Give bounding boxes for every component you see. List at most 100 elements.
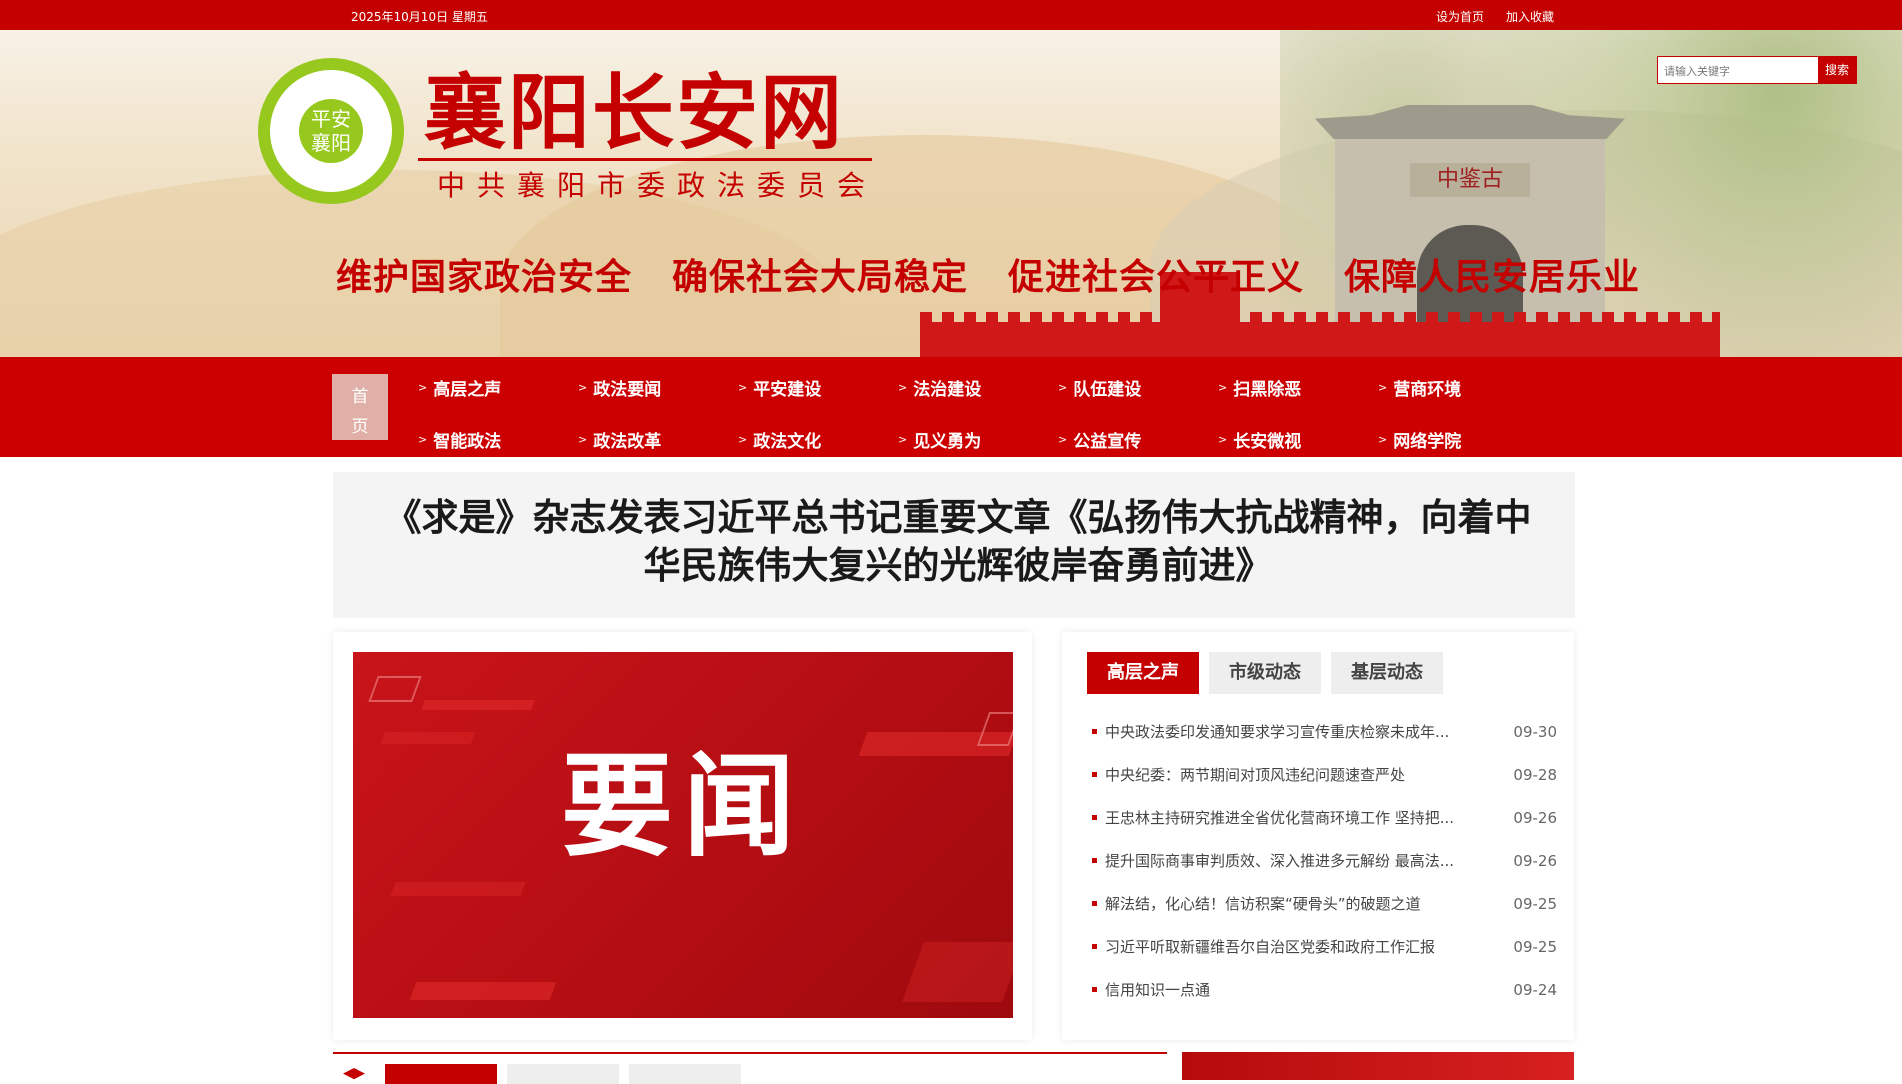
nav-item-gongyixuanchuan[interactable]: > 公益宣传	[1058, 424, 1218, 454]
site-subtitle: 中共襄阳市委政法委员会	[437, 169, 878, 202]
decorative-stripe	[390, 882, 526, 896]
title-divider	[418, 158, 872, 161]
logo-inner-ring: 平安 襄阳	[270, 70, 392, 192]
section-tab-active[interactable]	[385, 1064, 497, 1084]
wall-crenels	[920, 312, 1720, 322]
search-button[interactable]: 搜索	[1818, 57, 1856, 83]
tab-shijidongtai[interactable]: 市级动态	[1209, 652, 1321, 694]
nav-item-label: 智能政法	[433, 431, 502, 452]
slogans: 维护国家政治安全 确保社会大局稳定 促进社会公平正义 保障人民安居乐业	[336, 248, 1640, 300]
nav-item-wangluoxueyuan[interactable]: > 网络学院	[1378, 424, 1538, 454]
gate-plaque: 中鉴古	[1410, 163, 1530, 197]
logo-text-line2: 襄阳	[311, 131, 351, 155]
tab-jicengdongtai[interactable]: 基层动态	[1331, 652, 1443, 694]
nav-item-duiwujianshe[interactable]: > 队伍建设	[1058, 372, 1218, 402]
logo-emblem: 平安 襄阳	[299, 99, 363, 163]
decorative-stripe	[902, 942, 1013, 1002]
nav-item-zhengfagaige[interactable]: > 政法改革	[578, 424, 738, 454]
news-tabs: 高层之声 市级动态 基层动态	[1087, 652, 1443, 694]
decorative-stripe	[368, 676, 422, 702]
chevron-right-icon: >	[578, 432, 588, 446]
nav-item-label: 政法要闻	[593, 379, 662, 400]
chevron-right-icon: >	[1218, 432, 1228, 446]
nav-home[interactable]: 首页	[332, 374, 388, 440]
chevron-right-icon: >	[1058, 380, 1068, 394]
nav-item-pinganjianshe[interactable]: > 平安建设	[738, 372, 898, 402]
bullet-icon	[1092, 944, 1097, 949]
nav-item-gaocengzhisheng[interactable]: > 高层之声	[418, 372, 578, 402]
list-item[interactable]: 中央政法委印发通知要求学习宣传重庆检察未成年... 09-30	[1092, 710, 1557, 753]
great-wall-decoration	[920, 272, 1720, 357]
nav-item-zhengfawenhua[interactable]: > 政法文化	[738, 424, 898, 454]
nav-item-saoheichue[interactable]: > 扫黑除恶	[1218, 372, 1378, 402]
nav-item-label: 营商环境	[1393, 379, 1462, 400]
slogan: 确保社会大局稳定	[672, 256, 969, 298]
nav-item-label: 扫黑除恶	[1233, 379, 1302, 400]
chevron-right-icon: >	[738, 432, 748, 446]
news-date: 09-26	[1513, 808, 1557, 827]
news-date: 09-25	[1513, 937, 1557, 956]
chevron-right-icon: >	[418, 380, 428, 394]
chevron-right-icon: >	[1378, 432, 1388, 446]
featured-image-text: 要闻	[561, 741, 805, 872]
chevron-right-icon: >	[578, 380, 588, 394]
tab-gaocengzhisheng[interactable]: 高层之声	[1087, 652, 1199, 694]
chevron-right-icon: >	[418, 432, 428, 446]
nav-item-label: 法治建设	[913, 379, 982, 400]
nav-item-label: 长安微视	[1233, 431, 1302, 452]
list-item[interactable]: 中央纪委：两节期间对顶风违纪问题速查严处 09-28	[1092, 753, 1557, 796]
list-item[interactable]: 信用知识一点通 09-24	[1092, 968, 1557, 1011]
nav-item-label: 政法改革	[593, 431, 662, 452]
news-title: 解法结，化心结！信访积案“硬骨头”的破题之道	[1105, 895, 1421, 913]
nav-grid: > 高层之声 > 政法要闻 > 平安建设 > 法治建设 > 队伍建设 > 扫黑除恶 > 营商环…	[418, 372, 1538, 454]
nav-item-label: 见义勇为	[913, 431, 982, 452]
news-title: 中央政法委印发通知要求学习宣传重庆检察未成年...	[1105, 723, 1450, 741]
nav-item-zhinengzhengfa[interactable]: > 智能政法	[418, 424, 578, 454]
next-section-banner-image[interactable]	[1182, 1052, 1574, 1080]
headline-link[interactable]: 《求是》杂志发表习近平总书记重要文章《弘扬伟大抗战精神，向着中华民族伟大复兴的光…	[373, 494, 1543, 590]
news-panel: 高层之声 市级动态 基层动态 中央政法委印发通知要求学习宣传重庆检察未成年...…	[1062, 632, 1574, 1040]
nav-item-label: 队伍建设	[1073, 379, 1142, 400]
nav-item-label: 网络学院	[1393, 431, 1462, 452]
site-logo[interactable]: 平安 襄阳	[258, 58, 404, 204]
news-date: 09-28	[1513, 765, 1557, 784]
bullet-icon	[1092, 987, 1097, 992]
list-item[interactable]: 提升国际商事审判质效、深入推进多元解纷 最高法... 09-26	[1092, 839, 1557, 882]
search-input[interactable]: 请输入关键字	[1658, 57, 1818, 83]
bullet-icon	[1092, 815, 1097, 820]
slogan: 促进社会公平正义	[1008, 256, 1305, 298]
section-tab[interactable]	[507, 1064, 619, 1084]
news-title: 习近平听取新疆维吾尔自治区党委和政府工作汇报	[1105, 938, 1436, 956]
set-homepage-link[interactable]: 设为首页	[1436, 8, 1484, 25]
site-banner: 中鉴古 平安 襄阳 襄阳长安网 中共襄阳市委政法委员会 维护国家政治安全 确保社…	[0, 30, 1902, 357]
nav-item-yingshanghuanjing[interactable]: > 营商环境	[1378, 372, 1538, 402]
logo-text-line1: 平安	[311, 107, 351, 131]
list-item[interactable]: 王忠林主持研究推进全省优化营商环境工作 坚持把... 09-26	[1092, 796, 1557, 839]
decorative-stripe	[409, 982, 557, 1000]
decorative-stripe	[421, 700, 535, 710]
top-links: 设为首页 加入收藏	[1436, 8, 1554, 25]
bullet-icon	[1092, 901, 1097, 906]
news-title: 信用知识一点通	[1105, 981, 1211, 999]
chevron-right-icon: >	[738, 380, 748, 394]
news-date: 09-30	[1513, 722, 1557, 741]
nav-item-fazhijianshe[interactable]: > 法治建设	[898, 372, 1058, 402]
nav-item-label: 公益宣传	[1073, 431, 1142, 452]
nav-item-zhengfayaowen[interactable]: > 政法要闻	[578, 372, 738, 402]
bullet-icon	[1092, 858, 1097, 863]
chevron-right-icon: >	[1058, 432, 1068, 446]
add-favorite-link[interactable]: 加入收藏	[1506, 8, 1554, 25]
nav-item-label: 政法文化	[753, 431, 822, 452]
nav-item-changanweishi[interactable]: > 长安微视	[1218, 424, 1378, 454]
featured-news-image[interactable]: 要闻	[353, 652, 1013, 1018]
news-list: 中央政法委印发通知要求学习宣传重庆检察未成年... 09-30 中央纪委：两节期间…	[1092, 710, 1557, 1011]
chevron-right-icon: >	[898, 432, 908, 446]
list-item[interactable]: 解法结，化心结！信访积案“硬骨头”的破题之道 09-25	[1092, 882, 1557, 925]
nav-item-jianyiyongwei[interactable]: > 见义勇为	[898, 424, 1058, 454]
news-date: 09-26	[1513, 851, 1557, 870]
section-tab[interactable]	[629, 1064, 741, 1084]
main-nav: 首页 > 高层之声 > 政法要闻 > 平安建设 > 法治建设 > 队伍建设 > 扫黑除恶 >…	[0, 357, 1902, 457]
search-box: 请输入关键字 搜索	[1657, 56, 1857, 84]
list-item[interactable]: 习近平听取新疆维吾尔自治区党委和政府工作汇报 09-25	[1092, 925, 1557, 968]
news-date: 09-25	[1513, 894, 1557, 913]
